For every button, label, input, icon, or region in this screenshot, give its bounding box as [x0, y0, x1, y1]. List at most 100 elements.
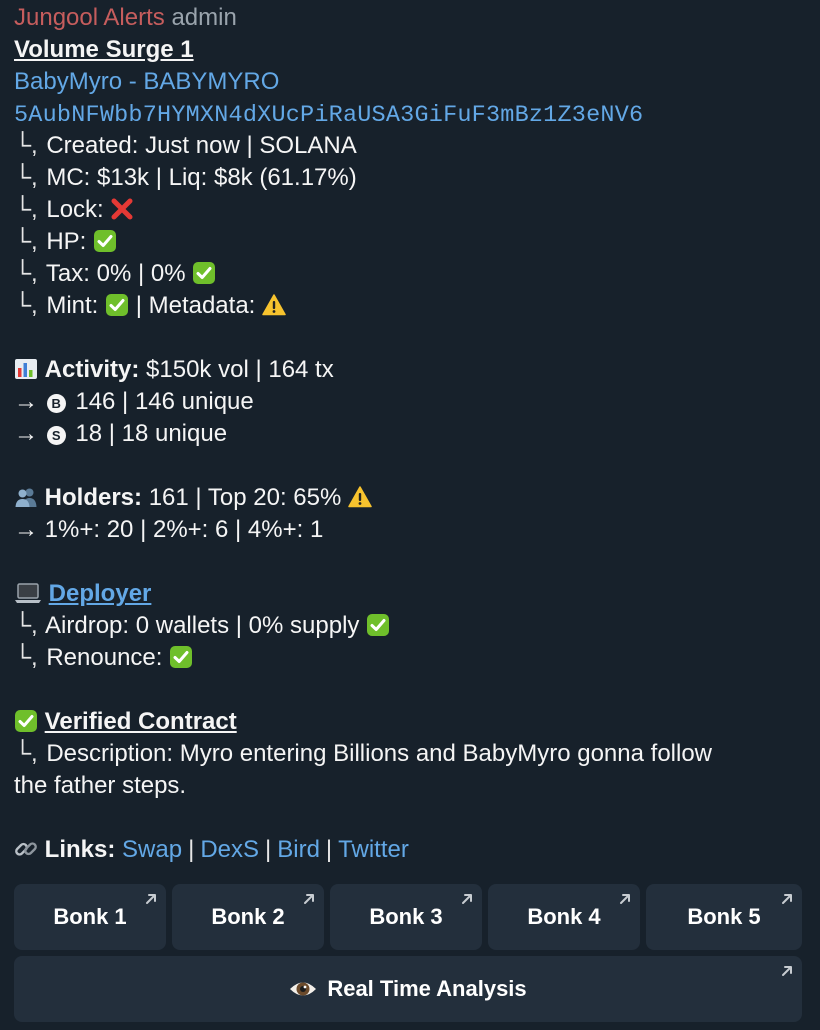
button-label: Bonk 4	[527, 904, 601, 929]
warning-icon	[348, 485, 372, 509]
sells-line: → S 18 | 18 unique	[14, 418, 809, 450]
holders-line: Holders: 161 | Top 20: 65%	[14, 482, 809, 514]
button-label: Bonk 1	[53, 904, 127, 929]
renounce-line: └, Renounce:	[14, 642, 809, 674]
deployer-link[interactable]: Deployer	[49, 580, 152, 607]
activity-line: Activity: $150k vol | 164 tx	[14, 354, 809, 386]
buy-badge-icon: B	[46, 394, 66, 413]
deployer-line: Deployer	[14, 578, 809, 610]
holders-distribution: 1%+: 20 | 2%+: 6 | 4%+: 1	[44, 516, 324, 543]
description-line-2: the father steps.	[14, 770, 809, 802]
tree-connector: └,	[14, 260, 38, 287]
warning-icon	[262, 293, 286, 317]
activity-value: $150k vol | 164 tx	[146, 356, 334, 383]
link-separator: |	[188, 836, 195, 863]
open-external-icon	[144, 892, 158, 906]
check-mark-icon	[192, 261, 216, 285]
arrow-icon: →	[14, 516, 38, 543]
check-mark-icon	[105, 293, 129, 317]
bonk-2-button[interactable]: Bonk 2	[172, 884, 324, 950]
check-mark-icon	[366, 613, 390, 637]
mc-text: MC: $13k | Liq: $8k (61.17%)	[46, 164, 357, 191]
bonk-5-button[interactable]: Bonk 5	[646, 884, 802, 950]
open-external-icon	[780, 964, 794, 978]
buys-value: 146 | 146 unique	[75, 388, 254, 415]
chain-link-icon	[15, 842, 37, 856]
tax-label: Tax: 0% | 0%	[45, 260, 186, 287]
mc-line: └, MC: $13k | Liq: $8k (61.17%)	[14, 162, 809, 194]
alert-title-line: Volume Surge 1	[14, 34, 809, 66]
hp-line: └, HP:	[14, 226, 809, 258]
token-name-line: BabyMyro - BABYMYRO	[14, 66, 809, 98]
link-separator: |	[325, 836, 333, 863]
token-address[interactable]: 5AubNFWbb7HYMXN4dXUcPiRaUSA3GiFuF3mBz1Z3…	[14, 102, 643, 129]
buys-line: → B 146 | 146 unique	[14, 386, 809, 418]
eye-icon	[290, 982, 317, 996]
tree-connector: └,	[14, 644, 38, 671]
sells-value: 18 | 18 unique	[75, 420, 228, 447]
arrow-icon: →	[14, 420, 38, 447]
renounce-label: Renounce:	[46, 644, 163, 671]
tree-connector: └,	[14, 612, 38, 639]
holders-label: Holders:	[44, 484, 143, 511]
bonk-1-button[interactable]: Bonk 1	[14, 884, 166, 950]
sender-name[interactable]: Jungool Alerts	[14, 4, 165, 31]
tree-connector: └,	[14, 196, 38, 223]
people-icon	[15, 488, 37, 507]
airdrop-line: └, Airdrop: 0 wallets | 0% supply	[14, 610, 809, 642]
open-external-icon	[780, 892, 794, 906]
dexs-link[interactable]: DexS	[200, 836, 259, 863]
token-address-line: 5AubNFWbb7HYMXN4dXUcPiRaUSA3GiFuF3mBz1Z3…	[14, 98, 809, 130]
tree-connector: └,	[14, 228, 38, 255]
verified-contract-label: Verified Contract	[44, 708, 237, 735]
laptop-icon	[15, 583, 41, 603]
holders-value: 161 | Top 20: 65%	[148, 484, 342, 511]
button-label: Real Time Analysis	[327, 976, 527, 1001]
tax-line: └, Tax: 0% | 0%	[14, 258, 809, 290]
description-text: Description: Myro entering Billions and …	[46, 740, 713, 767]
mint-label: Mint:	[46, 292, 99, 319]
button-label: Bonk 2	[211, 904, 285, 929]
button-label: Bonk 3	[369, 904, 443, 929]
activity-label: Activity:	[44, 356, 140, 383]
holders-dist-line: → 1%+: 20 | 2%+: 6 | 4%+: 1	[14, 514, 809, 546]
real-time-analysis-button[interactable]: Real Time Analysis	[14, 956, 802, 1022]
open-external-icon	[618, 892, 632, 906]
open-external-icon	[302, 892, 316, 906]
bird-link[interactable]: Bird	[277, 836, 320, 863]
metadata-label: | Metadata:	[135, 292, 256, 319]
cross-mark-icon	[110, 197, 134, 221]
mint-line: └, Mint: | Metadata:	[14, 290, 809, 322]
tree-connector: └,	[14, 164, 38, 191]
sender-role: admin	[171, 4, 237, 31]
lock-label: Lock:	[46, 196, 104, 223]
alert-title: Volume Surge 1	[14, 36, 194, 63]
alert-message: Jungool Alerts admin Volume Surge 1 Baby…	[14, 2, 809, 866]
bonk-4-button[interactable]: Bonk 4	[488, 884, 640, 950]
tree-connector: └,	[14, 132, 38, 159]
check-mark-icon	[169, 645, 193, 669]
created-line: └, Created: Just now | SOLANA	[14, 130, 809, 162]
links-label: Links:	[44, 836, 116, 863]
bar-chart-icon	[15, 359, 37, 379]
airdrop-text: Airdrop: 0 wallets | 0% supply	[45, 612, 360, 639]
bonk-3-button[interactable]: Bonk 3	[330, 884, 482, 950]
token-name-link[interactable]: BabyMyro - BABYMYRO	[14, 68, 279, 95]
links-line: Links: Swap | DexS | Bird | Twitter	[14, 834, 809, 866]
check-mark-icon	[14, 709, 38, 733]
description-line: └, Description: Myro entering Billions a…	[14, 738, 809, 770]
swap-link[interactable]: Swap	[122, 836, 182, 863]
lock-line: └, Lock:	[14, 194, 809, 226]
twitter-link[interactable]: Twitter	[338, 836, 409, 863]
open-external-icon	[460, 892, 474, 906]
tree-connector: └,	[14, 292, 38, 319]
hp-label: HP:	[46, 228, 87, 255]
message-header: Jungool Alerts admin	[14, 2, 809, 34]
check-mark-icon	[93, 229, 117, 253]
button-label: Bonk 5	[687, 904, 761, 929]
verified-line: Verified Contract	[14, 706, 809, 738]
created-text: Created: Just now | SOLANA	[46, 132, 357, 159]
sell-badge-icon: S	[46, 426, 66, 445]
link-separator: |	[265, 836, 272, 863]
tree-connector: └,	[14, 740, 38, 767]
